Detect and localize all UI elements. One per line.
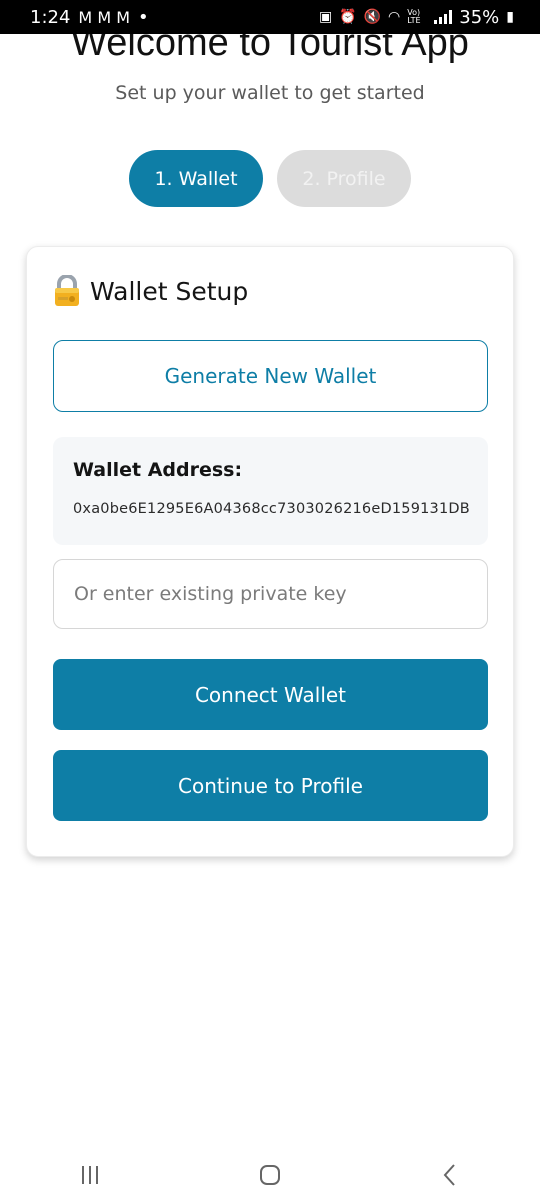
battery-icon: ▮: [506, 9, 514, 25]
notification-icons: M M M: [78, 7, 131, 27]
mute-icon: 🔇: [363, 9, 382, 25]
navigation-bar: [0, 1146, 540, 1204]
alarm-icon: ⏰: [339, 9, 357, 25]
wallet-address-label: Wallet Address:: [73, 459, 243, 481]
card-header: Wallet Setup: [52, 274, 249, 307]
wallet-setup-card: Wallet Setup Generate New Wallet Wallet …: [26, 246, 514, 857]
home-icon[interactable]: [240, 1155, 300, 1195]
status-time: 1:24: [30, 6, 71, 28]
generate-wallet-button[interactable]: Generate New Wallet: [53, 340, 488, 412]
private-key-input[interactable]: [53, 559, 488, 629]
wallet-address-box: Wallet Address: 0xa0be6E1295E6A04368cc73…: [53, 437, 488, 545]
step-indicator: 1. Wallet 2. Profile: [129, 150, 411, 207]
connect-wallet-button[interactable]: Connect Wallet: [53, 659, 488, 730]
signal-icon: [434, 10, 453, 24]
lock-with-key-icon: [52, 274, 82, 307]
status-bar: 1:24 M M M • ▣ ⏰ 🔇 ◠ Vo) LTE 35% ▮: [0, 0, 540, 34]
recents-icon[interactable]: [60, 1155, 120, 1195]
battery-percent: 35%: [459, 6, 500, 28]
wifi-icon: ◠: [388, 9, 401, 25]
lock-status-icon: ▣: [318, 9, 333, 25]
status-dot: •: [138, 6, 149, 28]
continue-to-profile-button[interactable]: Continue to Profile: [53, 750, 488, 821]
wallet-address-value: 0xa0be6E1295E6A04368cc7303026216eD159131…: [73, 501, 470, 517]
step-profile[interactable]: 2. Profile: [277, 150, 411, 207]
step-wallet[interactable]: 1. Wallet: [129, 150, 263, 207]
network-label: Vo) LTE: [407, 8, 421, 25]
page-subtitle: Set up your wallet to get started: [115, 82, 425, 104]
card-title: Wallet Setup: [90, 276, 249, 306]
back-icon[interactable]: [420, 1155, 480, 1195]
